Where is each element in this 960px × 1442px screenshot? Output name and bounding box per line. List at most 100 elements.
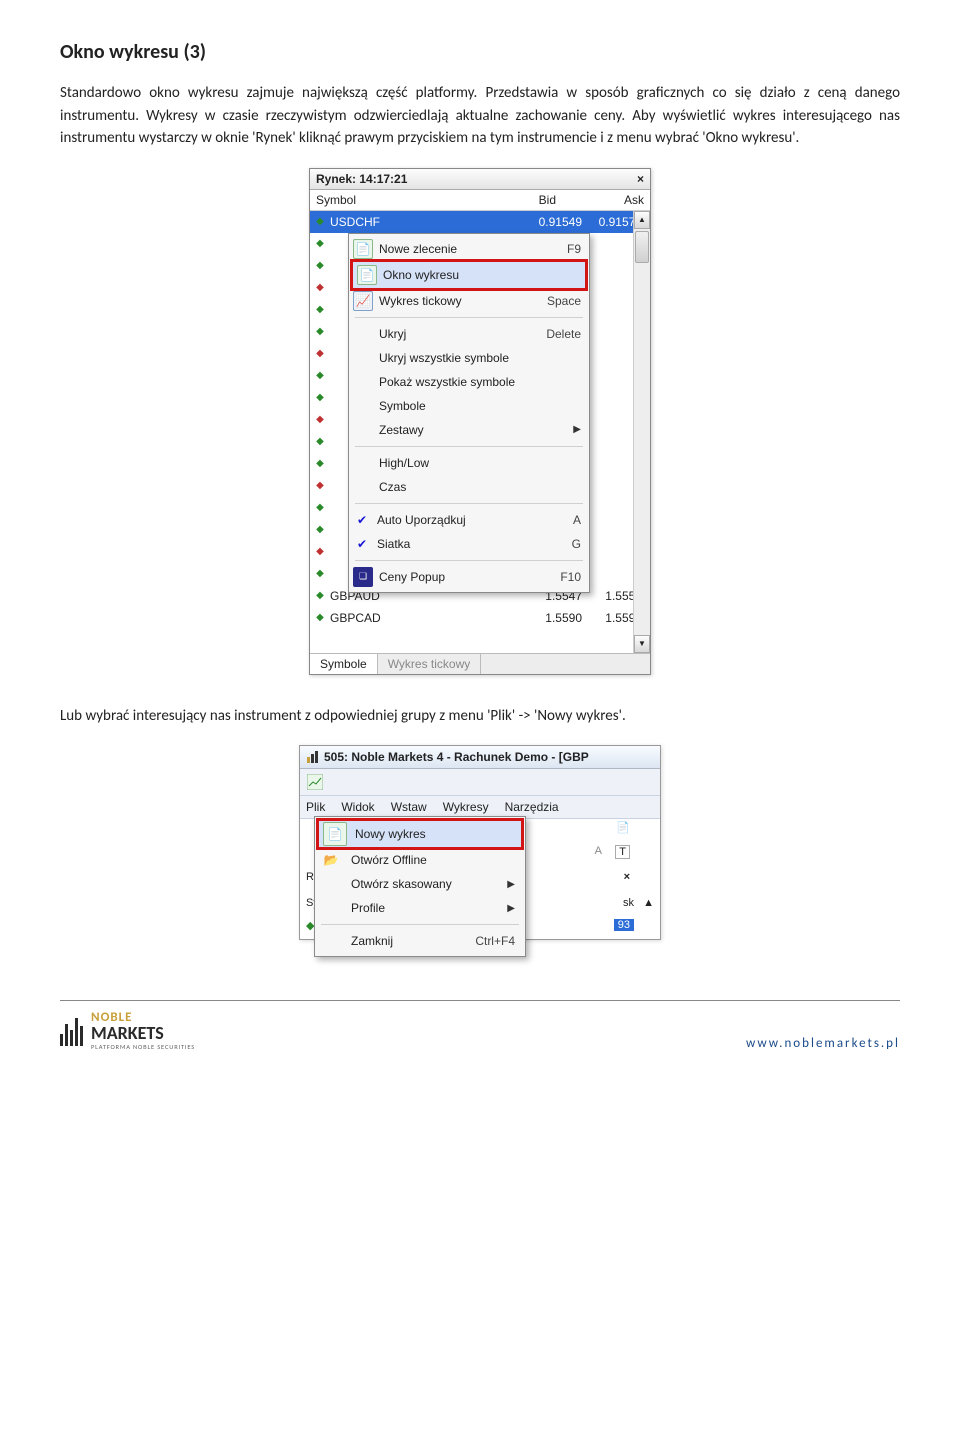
logo-bars-icon bbox=[60, 1016, 83, 1046]
shortcut-label: G bbox=[572, 537, 581, 551]
ctx-symbols[interactable]: Symbole bbox=[349, 394, 589, 418]
arrow-up-icon: ◆ bbox=[314, 238, 326, 250]
close-icon-small[interactable]: × bbox=[624, 871, 630, 883]
scroll-up-icon[interactable]: ▲ bbox=[634, 211, 650, 229]
market-titlebar: Rynek: 14:17:21 × bbox=[310, 169, 650, 190]
ctx-popup[interactable]: ❏Ceny PopupF10 bbox=[349, 565, 589, 589]
menu-item-label: Nowe zlecenie bbox=[379, 242, 561, 256]
col-ask[interactable]: Ask bbox=[562, 190, 650, 210]
submenu-arrow-icon: ▶ bbox=[505, 901, 517, 916]
tab-symbols[interactable]: Symbole bbox=[310, 654, 378, 674]
menu-item-label: Ceny Popup bbox=[379, 570, 554, 584]
file-dropdown: 📄Nowy wykres📂 Otwórz Offline Otwórz skasow… bbox=[314, 816, 526, 957]
ctx-time[interactable]: Czas bbox=[349, 475, 589, 499]
menu-view[interactable]: Widok bbox=[339, 798, 376, 816]
shortcut-label: F10 bbox=[560, 570, 581, 584]
market-title-text: Rynek: 14:17:21 bbox=[316, 172, 407, 186]
arrow-up-icon: ◆ bbox=[314, 568, 326, 580]
app-title-text: 505: Noble Markets 4 - Rachunek Demo - [… bbox=[324, 750, 589, 764]
app-menubar: Plik Widok Wstaw Wykresy Narzędzia 📄Nowy… bbox=[300, 796, 660, 819]
footer-rule bbox=[60, 1000, 900, 1001]
menu-item-label: Otwórz skasowany bbox=[349, 875, 499, 893]
arrow-up-icon: ◆ bbox=[314, 304, 326, 316]
menu-item-label: Profile bbox=[349, 899, 499, 917]
scroll-thumb[interactable] bbox=[635, 231, 649, 263]
scroll-up-small-icon[interactable]: ▲ bbox=[643, 897, 654, 909]
ctx-grid[interactable]: ✔SiatkaG bbox=[349, 532, 589, 556]
ctx-show-all[interactable]: Pokaż wszystkie symbole bbox=[349, 370, 589, 394]
menu-separator bbox=[355, 317, 583, 318]
market-panel: Rynek: 14:17:21 × Symbol Bid Ask ◆ USDCH… bbox=[309, 168, 651, 675]
menu-item-label: Czas bbox=[379, 480, 581, 494]
arrow-down-icon: ◆ bbox=[314, 414, 326, 426]
menu-item-label: Nowy wykres bbox=[353, 825, 513, 843]
shortcut-label: F9 bbox=[567, 242, 581, 256]
document-plus-icon: 📄 bbox=[357, 265, 377, 285]
arrow-up-icon: ◆ bbox=[314, 326, 326, 338]
shortcut-label: Ctrl+F4 bbox=[473, 932, 517, 950]
brand-logo: NOBLE MARKETS PLATFORMA NOBLE SECURITIES bbox=[60, 1011, 195, 1051]
toolbar-extra-icon[interactable]: 📄 bbox=[616, 821, 630, 834]
col-ask-snippet: sk bbox=[623, 897, 634, 909]
scroll-down-icon[interactable]: ▼ bbox=[634, 635, 650, 653]
context-menu: 📄Nowe zlecenieF9📄Okno wykresu📈Wykres tic… bbox=[348, 233, 590, 593]
menu-insert[interactable]: Wstaw bbox=[389, 798, 429, 816]
menu-separator bbox=[355, 503, 583, 504]
menu-tools[interactable]: Narzędzia bbox=[503, 798, 561, 816]
arrow-up-icon: ◆ bbox=[314, 590, 326, 602]
check-icon: ✔ bbox=[353, 537, 371, 551]
shortcut-label: Space bbox=[547, 294, 581, 308]
menu-item-label: High/Low bbox=[379, 456, 581, 470]
arrow-up-icon: ◆ bbox=[314, 260, 326, 272]
shortcut-label: Delete bbox=[546, 327, 581, 341]
file-close[interactable]: Zamknij Ctrl+F4 bbox=[315, 929, 525, 953]
file-open-deleted[interactable]: Otwórz skasowany▶ bbox=[315, 872, 525, 896]
document-plus-icon: 📄 bbox=[353, 239, 373, 259]
text-tool-icon[interactable]: T bbox=[615, 845, 630, 859]
file-open-offline[interactable]: 📂 Otwórz Offline bbox=[315, 848, 525, 872]
menu-item-label: Zamknij bbox=[349, 932, 467, 950]
menu-file[interactable]: Plik bbox=[304, 798, 327, 816]
file-profiles[interactable]: Profile ▶ bbox=[315, 896, 525, 920]
app-quickbar bbox=[300, 769, 660, 796]
table-row[interactable]: ◆ GBPCAD 1.5590 1.5597 bbox=[310, 607, 650, 629]
arrow-up-icon: ◆ bbox=[314, 458, 326, 470]
arrow-down-icon: ◆ bbox=[314, 282, 326, 294]
arrow-up-icon: ◆ bbox=[314, 370, 326, 382]
brand-markets: MARKETS bbox=[91, 1024, 195, 1042]
site-link[interactable]: www.noblemarkets.pl bbox=[746, 1036, 900, 1051]
ctx-chart-window[interactable]: 📄 Okno wykresu bbox=[350, 259, 588, 291]
menu-item-label: Okno wykresu bbox=[383, 268, 577, 282]
arrow-down-icon: ◆ bbox=[314, 348, 326, 360]
ctx-new-order[interactable]: 📄 Nowe zlecenie F9 bbox=[349, 237, 589, 261]
folder-icon: 📂 bbox=[319, 848, 343, 872]
arrow-down-icon: ◆ bbox=[314, 546, 326, 558]
ctx-auto-arrange[interactable]: ✔Auto UporządkujA bbox=[349, 508, 589, 532]
table-row-selected[interactable]: ◆ USDCHF 0.91549 0.91574 bbox=[310, 211, 650, 233]
menu-item-label: Ukryj wszystkie symbole bbox=[379, 351, 581, 365]
menu-charts[interactable]: Wykresy bbox=[441, 798, 491, 816]
col-bid[interactable]: Bid bbox=[474, 190, 562, 210]
second-paragraph: Lub wybrać interesujący nas instrument z… bbox=[60, 705, 900, 728]
arrow-down-icon: ◆ bbox=[314, 480, 326, 492]
tab-tick-chart[interactable]: Wykres tickowy bbox=[378, 654, 482, 674]
scrollbar[interactable]: ▲ ▼ bbox=[633, 211, 650, 653]
close-icon[interactable]: × bbox=[637, 172, 644, 186]
col-symbol[interactable]: Symbol bbox=[310, 190, 474, 210]
ctx-hide[interactable]: UkryjDelete bbox=[349, 322, 589, 346]
ctx-tick-chart[interactable]: 📈Wykres tickowySpace bbox=[349, 289, 589, 313]
ctx-highlow[interactable]: High/Low bbox=[349, 451, 589, 475]
app-panel: 505: Noble Markets 4 - Rachunek Demo - [… bbox=[299, 745, 661, 940]
ctx-hide-all[interactable]: Ukryj wszystkie symbole bbox=[349, 346, 589, 370]
chart-line-icon: 📈 bbox=[353, 291, 373, 311]
ctx-sets[interactable]: Zestawy▶ bbox=[349, 418, 589, 442]
menu-item-label: Otwórz Offline bbox=[349, 851, 517, 869]
menu-item-label: Pokaż wszystkie symbole bbox=[379, 375, 581, 389]
app-logo-icon bbox=[306, 750, 320, 764]
market-column-headers: Symbol Bid Ask bbox=[310, 190, 650, 211]
submenu-arrow-icon: ▶ bbox=[573, 424, 581, 435]
brand-subtitle: PLATFORMA NOBLE SECURITIES bbox=[91, 1044, 195, 1051]
market-tabs: Symbole Wykres tickowy bbox=[310, 653, 650, 674]
toolbar-chart-icon[interactable] bbox=[306, 773, 324, 791]
file-new-chart[interactable]: 📄Nowy wykres bbox=[316, 818, 524, 850]
